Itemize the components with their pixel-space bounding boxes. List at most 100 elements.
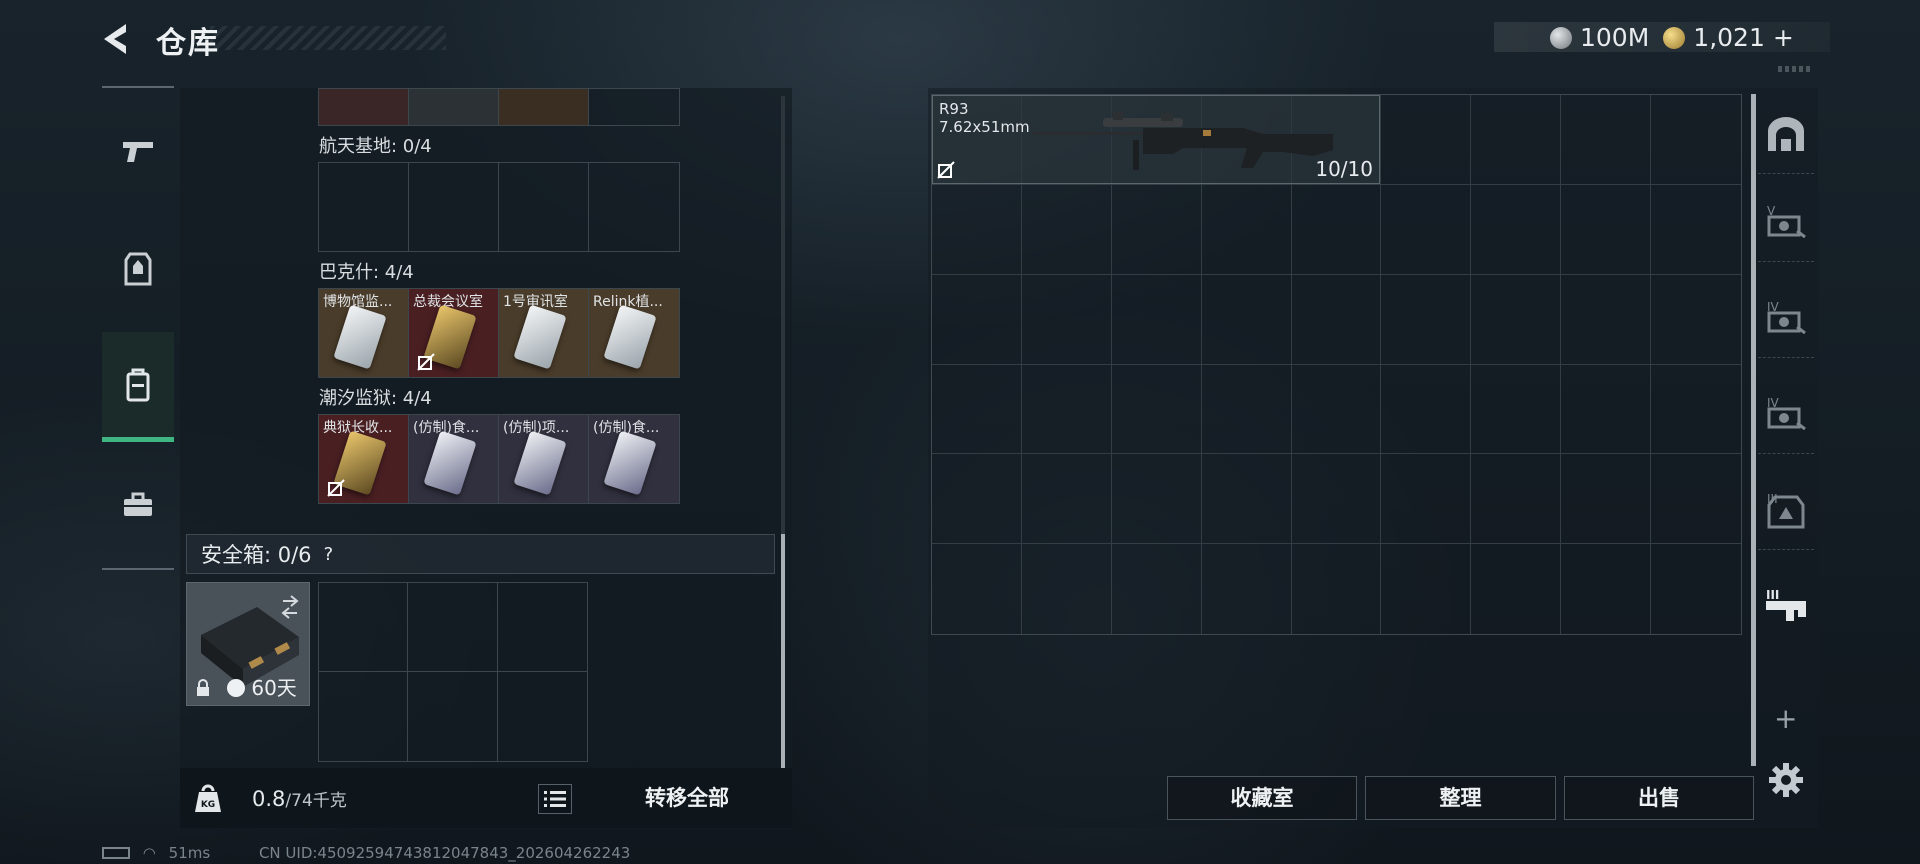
inventory-scrollbar[interactable] <box>781 96 785 768</box>
stash-slot[interactable] <box>1651 454 1741 545</box>
keycard-slot[interactable] <box>319 89 409 125</box>
keycard-slot[interactable] <box>499 89 589 125</box>
stash-scrollbar[interactable] <box>1751 94 1756 766</box>
stash-slot[interactable] <box>1291 454 1382 545</box>
stash-slot[interactable] <box>1022 544 1112 634</box>
stash-slot[interactable] <box>1561 544 1652 634</box>
safe-slot[interactable] <box>408 583 498 672</box>
stash-slot[interactable] <box>1561 184 1652 275</box>
back-arrow-icon[interactable] <box>96 20 140 58</box>
category-weapon[interactable] <box>102 96 174 206</box>
stash-slot[interactable] <box>1381 364 1472 455</box>
stash-slot[interactable] <box>1471 274 1562 365</box>
stash-page-tab-3[interactable]: IV <box>1758 278 1814 358</box>
stash-slot[interactable] <box>1112 544 1202 634</box>
stash-page-tab-1[interactable] <box>1758 94 1814 174</box>
keycard-item[interactable]: (仿制)项... <box>499 415 589 503</box>
stash-slot[interactable] <box>1021 274 1112 365</box>
help-icon[interactable]: ? <box>324 544 334 565</box>
stash-slot[interactable] <box>932 454 1022 545</box>
category-backpack[interactable] <box>102 332 174 442</box>
stash-slot[interactable] <box>1201 364 1292 455</box>
stash-slot[interactable] <box>1381 184 1472 275</box>
keycard-slot[interactable] <box>409 89 499 125</box>
stash-slot[interactable] <box>932 544 1022 634</box>
stash-slot[interactable] <box>1381 95 1472 185</box>
organize-button[interactable]: 整理 <box>1365 776 1556 820</box>
safe-slot[interactable] <box>498 672 587 761</box>
stash-page-tab-4[interactable]: IV <box>1758 374 1814 454</box>
stash-slot[interactable] <box>1021 184 1112 275</box>
sell-button[interactable]: 出售 <box>1564 776 1754 820</box>
keycard-item[interactable]: (仿制)食... <box>409 415 499 503</box>
gear-icon[interactable] <box>1768 762 1804 798</box>
gold-currency[interactable]: 1,021 + <box>1663 23 1794 52</box>
scrollbar-thumb[interactable] <box>781 534 785 768</box>
collection-room-button[interactable]: 收藏室 <box>1167 776 1357 820</box>
stash-slot[interactable] <box>1111 364 1202 455</box>
svg-text:KG: KG <box>201 800 215 810</box>
stash-slot[interactable] <box>932 184 1022 275</box>
empty-keycard-slot[interactable] <box>589 163 679 251</box>
stash-slot[interactable] <box>932 274 1022 365</box>
keycard-item[interactable]: 典狱长收... <box>319 415 409 503</box>
stash-slot[interactable] <box>1291 184 1382 275</box>
stash-slot[interactable] <box>1561 95 1652 185</box>
stash-slot[interactable] <box>1381 454 1472 545</box>
stash-slot[interactable] <box>1111 274 1202 365</box>
stash-slot[interactable] <box>1561 364 1652 455</box>
stash-slot[interactable] <box>1381 544 1472 634</box>
stash-slot[interactable] <box>1202 544 1292 634</box>
stash-slot[interactable] <box>1291 364 1382 455</box>
stash-page-tab-6[interactable]: III <box>1758 566 1814 646</box>
list-icon <box>544 791 566 807</box>
empty-keycard-slot[interactable] <box>319 163 409 251</box>
keycard-item[interactable]: 博物馆监... <box>319 289 409 377</box>
stash-page-tab-2[interactable]: V <box>1758 182 1814 262</box>
stash-slot[interactable] <box>1021 454 1112 545</box>
category-toolbox[interactable] <box>102 450 174 560</box>
stash-slot[interactable] <box>1021 364 1112 455</box>
stash-slot[interactable] <box>1561 454 1652 545</box>
stash-slot[interactable] <box>1471 184 1562 275</box>
stash-slot[interactable] <box>1201 184 1292 275</box>
stash-slot[interactable] <box>1651 544 1741 634</box>
add-stash-page-button[interactable]: + <box>1774 702 1797 735</box>
stash-slot[interactable] <box>1111 454 1202 545</box>
keycard-item[interactable]: (仿制)食... <box>589 415 679 503</box>
stash-page-tab-5[interactable]: III <box>1758 470 1814 550</box>
stash-slot[interactable] <box>1651 95 1741 185</box>
safe-slot[interactable] <box>497 583 587 672</box>
add-currency-icon[interactable]: + <box>1765 23 1794 52</box>
stash-slot[interactable] <box>1651 185 1741 275</box>
weapon-item-r93[interactable]: R93 7.62x51mm 10/10 <box>932 95 1380 184</box>
stash-slot[interactable] <box>932 364 1022 455</box>
empty-keycard-slot[interactable] <box>409 163 499 251</box>
safe-slot[interactable] <box>408 672 498 761</box>
stash-slot[interactable] <box>1471 95 1562 185</box>
stash-slot[interactable] <box>1471 454 1562 545</box>
keycard-image <box>603 430 657 496</box>
keycard-item[interactable]: 1号审讯室 <box>499 289 589 377</box>
stash-slot[interactable] <box>1651 365 1741 455</box>
transfer-all-button[interactable]: 转移全部 <box>592 780 782 816</box>
stash-slot[interactable] <box>1201 454 1292 545</box>
keycard-item[interactable]: Relink植... <box>589 289 679 377</box>
stash-slot[interactable] <box>1292 544 1382 634</box>
stash-slot[interactable] <box>1471 544 1562 634</box>
stash-slot[interactable] <box>1291 274 1382 365</box>
stash-slot[interactable] <box>1471 364 1562 455</box>
stash-slot[interactable] <box>1111 184 1202 275</box>
keycard-item[interactable]: 总裁会议室 <box>409 289 499 377</box>
safe-slot[interactable] <box>319 583 409 672</box>
category-armor[interactable] <box>102 214 174 324</box>
stash-slot[interactable] <box>1201 274 1292 365</box>
list-view-button[interactable] <box>538 784 572 814</box>
keycard-slot[interactable] <box>589 89 679 125</box>
safe-slot[interactable] <box>319 672 409 761</box>
stash-slot[interactable] <box>1381 274 1472 365</box>
stash-slot[interactable] <box>1561 274 1652 365</box>
safe-box-item[interactable]: 60天 <box>186 582 310 706</box>
stash-slot[interactable] <box>1651 275 1741 365</box>
empty-keycard-slot[interactable] <box>499 163 589 251</box>
